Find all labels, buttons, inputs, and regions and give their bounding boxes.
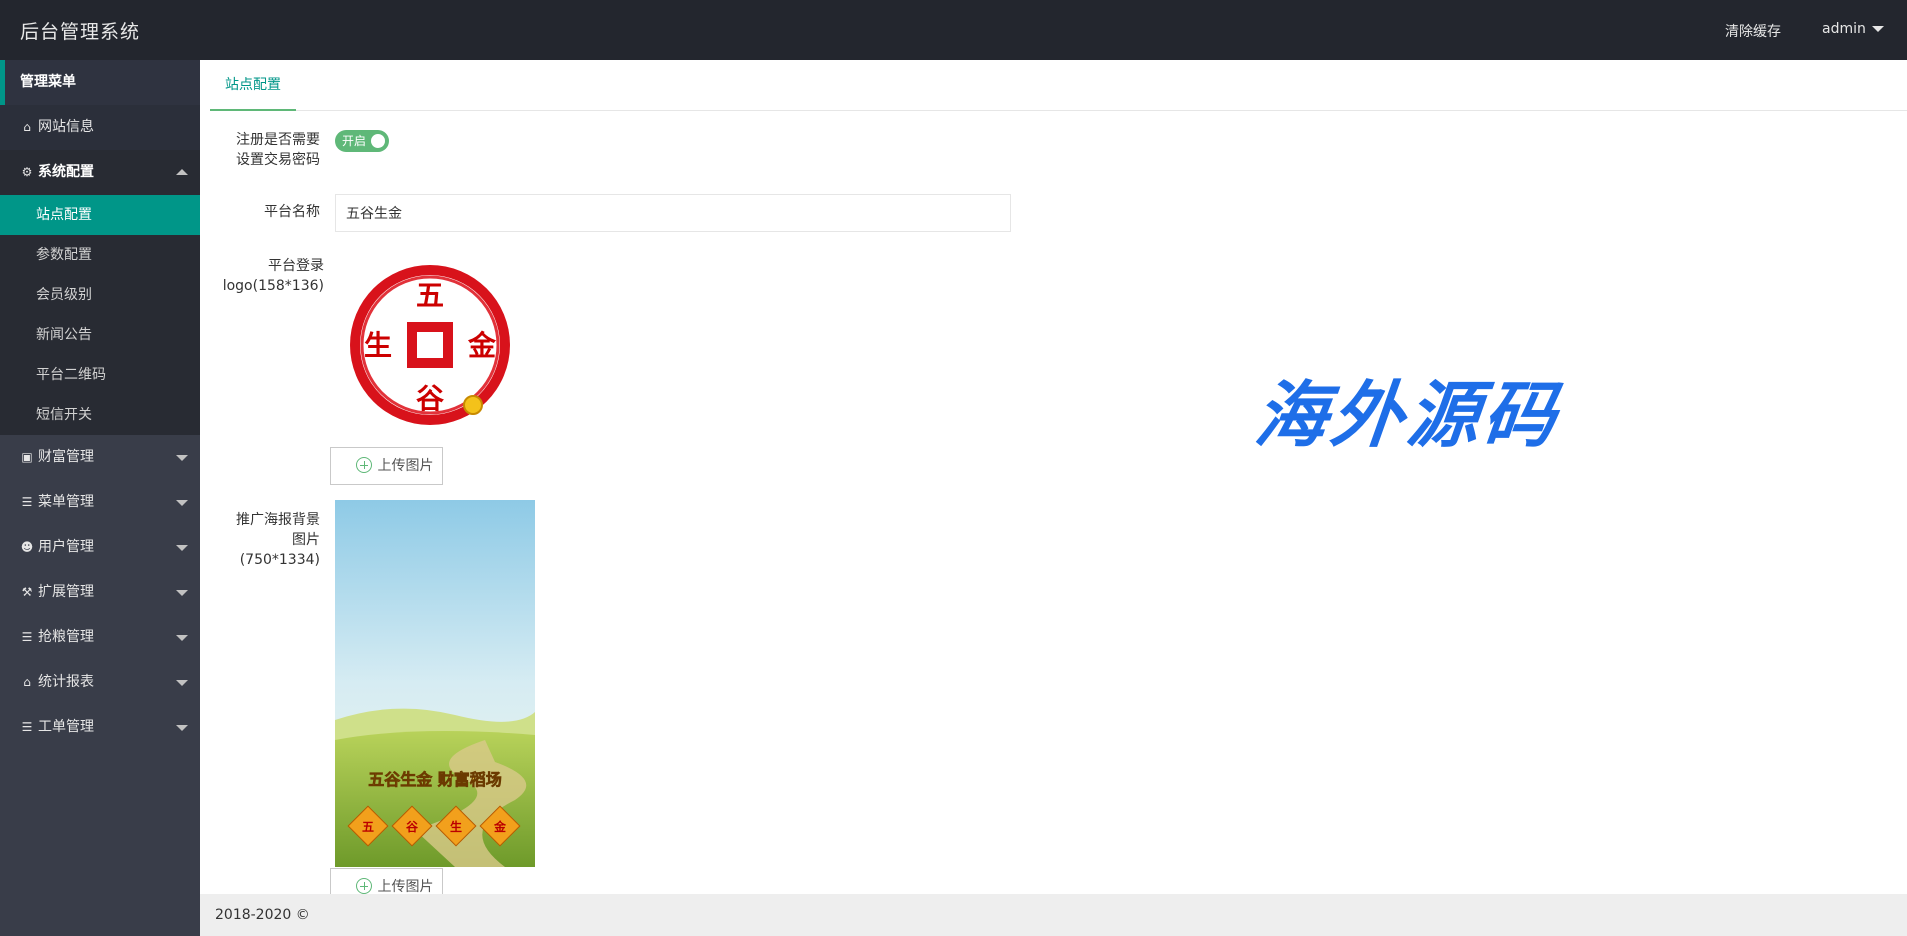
sidebar-item-label: 网站信息: [38, 119, 94, 135]
chevron-down-icon: [176, 590, 188, 596]
tab-bar: 站点配置: [210, 60, 1907, 111]
require-trade-pwd-label: 注册是否需要 设置交易密码: [200, 130, 320, 170]
sidebar-item-label: 统计报表: [38, 674, 94, 690]
require-trade-pwd-switch[interactable]: 开启: [335, 130, 389, 152]
sidebar-item-tickets[interactable]: ☰ 工单管理: [0, 705, 200, 750]
sidebar-subitem-news[interactable]: 新闻公告: [0, 315, 200, 355]
label-line: 注册是否需要: [236, 132, 320, 148]
seal-char-bottom: 谷: [416, 382, 445, 415]
poster-background-image: 五谷生金 财富稻场 五 谷 生 金: [335, 500, 535, 867]
sidebar-subitem-param-config[interactable]: 参数配置: [0, 235, 200, 275]
main-content: 站点配置 注册是否需要 设置交易密码 开启 平台名称 平台登录 logo(158…: [200, 60, 1907, 894]
seal-gold-coin: [463, 395, 483, 415]
sidebar-item-label: 菜单管理: [38, 494, 94, 510]
switch-knob: [371, 134, 385, 148]
chevron-down-icon: [176, 500, 188, 506]
sidebar-item-system-config[interactable]: ⚙ 系统配置: [0, 150, 200, 195]
seal-char-top: 五: [416, 279, 444, 312]
tab-site-config[interactable]: 站点配置: [210, 60, 296, 111]
sidebar-subitem-qrcode[interactable]: 平台二维码: [0, 355, 200, 395]
poster-slogan: 五谷生金 财富稻场: [368, 770, 502, 789]
sidebar-item-label: 系统配置: [38, 164, 94, 180]
chevron-down-icon: [176, 455, 188, 461]
home-icon: ⌂: [23, 675, 31, 689]
sidebar-item-grain[interactable]: ☰ 抢粮管理: [0, 615, 200, 660]
sidebar-item-label: 抢粮管理: [38, 629, 94, 645]
plus-circle-icon: [355, 877, 372, 894]
seal-char-left: 生: [364, 329, 392, 362]
poster-label: 推广海报背景 图片 (750*1334): [200, 510, 320, 570]
platform-name-label: 平台名称: [264, 204, 320, 220]
poster-badge-char: 五: [362, 820, 374, 834]
user-name: admin: [1822, 21, 1866, 37]
list-icon: ☰: [21, 720, 33, 734]
system-config-submenu: 站点配置 参数配置 会员级别 新闻公告 平台二维码 短信开关: [0, 195, 200, 435]
clear-cache-link[interactable]: 清除缓存: [1725, 21, 1781, 41]
top-header: 后台管理系统 清除缓存 admin: [0, 0, 1907, 60]
label-line: 图片: [292, 532, 320, 548]
watermark-text: 海外源码: [1250, 372, 1564, 457]
sidebar-subitem-sms-switch[interactable]: 短信开关: [0, 395, 200, 435]
chevron-down-icon: [176, 545, 188, 551]
chevron-down-icon: [176, 635, 188, 641]
seal-square-hole: [417, 332, 443, 358]
label-line: 推广海报背景: [236, 512, 320, 528]
poster-badge-char: 谷: [406, 819, 419, 834]
upload-label: 上传图片: [377, 879, 434, 894]
copyright-text: 2018-2020 ©: [215, 907, 310, 923]
sidebar-item-label: 财富管理: [38, 449, 94, 465]
sidebar: 管理菜单 ⌂ 网站信息 ⚙ 系统配置 站点配置 参数配置 会员级别 新闻公告 平台二…: [0, 60, 200, 936]
platform-logo-image: 五 生 金 谷: [350, 265, 510, 425]
sidebar-item-users[interactable]: ☻ 用户管理: [0, 525, 200, 570]
money-icon: ▣: [21, 450, 33, 464]
upload-logo-button[interactable]: 上传图片: [330, 447, 443, 485]
app-title: 后台管理系统: [20, 21, 141, 43]
sidebar-item-label: 用户管理: [38, 539, 94, 555]
label-line: 设置交易密码: [236, 152, 320, 168]
chevron-up-icon: [176, 169, 188, 175]
plus-circle-icon: [355, 456, 372, 473]
sidebar-item-reports[interactable]: ⌂ 统计报表: [0, 660, 200, 705]
chevron-down-icon: [176, 680, 188, 686]
chevron-down-icon: [1871, 26, 1884, 32]
label-line: 平台登录: [268, 258, 324, 274]
sidebar-subitem-site-config[interactable]: 站点配置: [0, 195, 200, 235]
poster-badge-char: 金: [493, 819, 507, 834]
sidebar-item-menu[interactable]: ☰ 菜单管理: [0, 480, 200, 525]
gears-icon: ⚙: [21, 165, 33, 179]
list-icon: ☰: [21, 495, 33, 509]
footer: 2018-2020 ©: [200, 894, 1907, 936]
sidebar-subitem-member-level[interactable]: 会员级别: [0, 275, 200, 315]
upload-poster-button[interactable]: 上传图片: [330, 868, 443, 894]
chevron-down-icon: [176, 725, 188, 731]
platform-name-input[interactable]: [335, 194, 1011, 232]
seal-char-right: 金: [467, 329, 497, 362]
poster-badge-char: 生: [450, 819, 462, 834]
user-menu[interactable]: admin: [1822, 21, 1884, 37]
login-logo-label: 平台登录 logo(158*136): [200, 256, 324, 296]
label-line: logo(158*136): [222, 278, 324, 294]
users-icon: ☻: [20, 540, 34, 554]
sidebar-item-label: 扩展管理: [38, 584, 94, 600]
home-icon: ⌂: [23, 120, 31, 134]
sidebar-item-extension[interactable]: ⚒ 扩展管理: [0, 570, 200, 615]
sidebar-item-wealth[interactable]: ▣ 财富管理: [0, 435, 200, 480]
list-icon: ☰: [21, 630, 33, 644]
sidebar-heading: 管理菜单: [0, 60, 200, 105]
label-line: (750*1334): [239, 552, 320, 568]
wrench-icon: ⚒: [21, 585, 33, 599]
switch-text: 开启: [342, 134, 367, 148]
sidebar-item-label: 工单管理: [38, 719, 94, 735]
sidebar-item-site-info[interactable]: ⌂ 网站信息: [0, 105, 200, 150]
upload-label: 上传图片: [377, 458, 434, 474]
